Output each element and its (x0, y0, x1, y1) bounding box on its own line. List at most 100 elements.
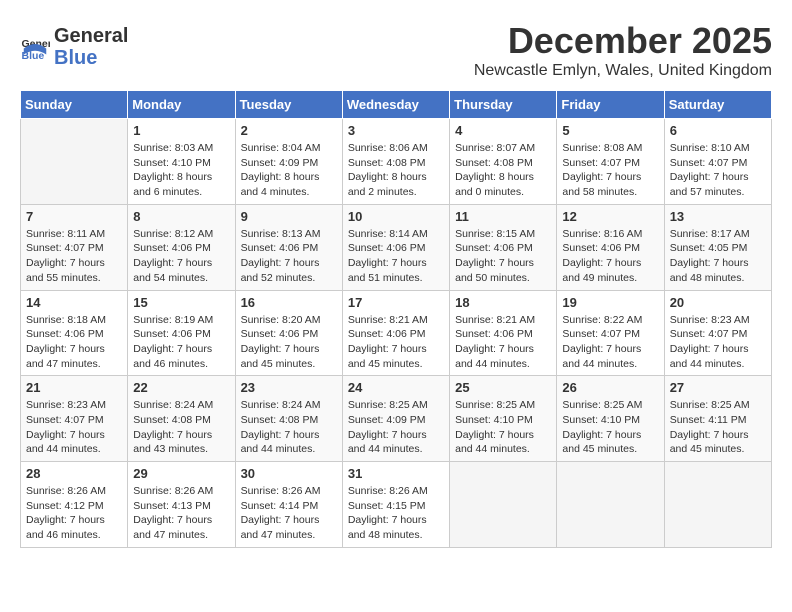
day-info: Sunrise: 8:16 AMSunset: 4:06 PMDaylight:… (562, 227, 658, 286)
day-number: 7 (26, 209, 122, 224)
day-info: Sunrise: 8:26 AMSunset: 4:15 PMDaylight:… (348, 484, 444, 543)
day-number: 5 (562, 123, 658, 138)
calendar-cell: 20 Sunrise: 8:23 AMSunset: 4:07 PMDayligh… (664, 290, 771, 376)
calendar-week-row: 14 Sunrise: 8:18 AMSunset: 4:06 PMDayligh… (21, 290, 772, 376)
day-info: Sunrise: 8:25 AMSunset: 4:11 PMDaylight:… (670, 398, 766, 457)
day-info: Sunrise: 8:14 AMSunset: 4:06 PMDaylight:… (348, 227, 444, 286)
calendar-cell (557, 462, 664, 548)
month-title: December 2025 (474, 20, 772, 62)
calendar-cell: 21Sunrise: 8:23 AMSunset: 4:07 PMDayligh… (21, 376, 128, 462)
calendar-table: SundayMondayTuesdayWednesdayThursdayFrid… (20, 90, 772, 548)
day-info: Sunrise: 8:20 AMSunset: 4:06 PMDaylight:… (241, 313, 337, 372)
calendar-cell: 14 Sunrise: 8:18 AMSunset: 4:06 PMDayligh… (21, 290, 128, 376)
calendar-cell: 2 Sunrise: 8:04 AMSunset: 4:09 PMDaylight… (235, 119, 342, 205)
day-number: 16 (241, 295, 337, 310)
weekday-header-cell: Sunday (21, 91, 128, 119)
calendar-cell: 1 Sunrise: 8:03 AMSunset: 4:10 PMDaylight… (128, 119, 235, 205)
calendar-cell: 4 Sunrise: 8:07 AMSunset: 4:08 PMDaylight… (450, 119, 557, 205)
weekday-header-cell: Thursday (450, 91, 557, 119)
calendar-cell: 15Sunrise: 8:19 AMSunset: 4:06 PMDayligh… (128, 290, 235, 376)
location-title: Newcastle Emlyn, Wales, United Kingdom (474, 62, 772, 80)
logo-icon: General Blue (20, 32, 50, 62)
calendar-cell: 7Sunrise: 8:11 AMSunset: 4:07 PMDaylight… (21, 204, 128, 290)
calendar-cell (21, 119, 128, 205)
calendar-week-row: 28 Sunrise: 8:26 AMSunset: 4:12 PMDayligh… (21, 462, 772, 548)
calendar-cell: 5 Sunrise: 8:08 AMSunset: 4:07 PMDaylight… (557, 119, 664, 205)
weekday-header-cell: Monday (128, 91, 235, 119)
calendar-cell: 31Sunrise: 8:26 AMSunset: 4:15 PMDayligh… (342, 462, 449, 548)
calendar-week-row: 7Sunrise: 8:11 AMSunset: 4:07 PMDaylight… (21, 204, 772, 290)
day-info: Sunrise: 8:23 AMSunset: 4:07 PMDaylight:… (670, 313, 766, 372)
day-number: 18 (455, 295, 551, 310)
day-info: Sunrise: 8:18 AMSunset: 4:06 PMDaylight:… (26, 313, 122, 372)
logo-text: General Blue (54, 25, 128, 69)
calendar-cell: 25Sunrise: 8:25 AMSunset: 4:10 PMDayligh… (450, 376, 557, 462)
day-number: 22 (133, 380, 229, 395)
day-info: Sunrise: 8:24 AMSunset: 4:08 PMDaylight:… (133, 398, 229, 457)
day-info: Sunrise: 8:10 AMSunset: 4:07 PMDaylight:… (670, 141, 766, 200)
logo: General Blue General Blue (20, 25, 128, 69)
calendar-cell: 12 Sunrise: 8:16 AMSunset: 4:06 PMDayligh… (557, 204, 664, 290)
day-info: Sunrise: 8:22 AMSunset: 4:07 PMDaylight:… (562, 313, 658, 372)
day-info: Sunrise: 8:25 AMSunset: 4:09 PMDaylight:… (348, 398, 444, 457)
day-number: 14 (26, 295, 122, 310)
day-number: 11 (455, 209, 551, 224)
page-header: General Blue General Blue December 2025 … (20, 20, 772, 80)
weekday-header-cell: Wednesday (342, 91, 449, 119)
day-info: Sunrise: 8:07 AMSunset: 4:08 PMDaylight:… (455, 141, 551, 200)
day-number: 20 (670, 295, 766, 310)
day-number: 28 (26, 466, 122, 481)
calendar-cell: 19 Sunrise: 8:22 AMSunset: 4:07 PMDayligh… (557, 290, 664, 376)
day-number: 9 (241, 209, 337, 224)
calendar-week-row: 1 Sunrise: 8:03 AMSunset: 4:10 PMDaylight… (21, 119, 772, 205)
day-number: 10 (348, 209, 444, 224)
calendar-cell: 29Sunrise: 8:26 AMSunset: 4:13 PMDayligh… (128, 462, 235, 548)
calendar-cell: 11 Sunrise: 8:15 AMSunset: 4:06 PMDayligh… (450, 204, 557, 290)
calendar-cell: 9Sunrise: 8:13 AMSunset: 4:06 PMDaylight… (235, 204, 342, 290)
day-info: Sunrise: 8:24 AMSunset: 4:08 PMDaylight:… (241, 398, 337, 457)
day-number: 1 (133, 123, 229, 138)
weekday-header-cell: Saturday (664, 91, 771, 119)
day-number: 17 (348, 295, 444, 310)
day-number: 26 (562, 380, 658, 395)
day-info: Sunrise: 8:06 AMSunset: 4:08 PMDaylight:… (348, 141, 444, 200)
day-info: Sunrise: 8:26 AMSunset: 4:12 PMDaylight:… (26, 484, 122, 543)
day-info: Sunrise: 8:12 AMSunset: 4:06 PMDaylight:… (133, 227, 229, 286)
day-info: Sunrise: 8:03 AMSunset: 4:10 PMDaylight:… (133, 141, 229, 200)
day-number: 25 (455, 380, 551, 395)
calendar-cell: 22 Sunrise: 8:24 AMSunset: 4:08 PMDayligh… (128, 376, 235, 462)
day-number: 21 (26, 380, 122, 395)
day-number: 12 (562, 209, 658, 224)
day-number: 2 (241, 123, 337, 138)
calendar-cell: 30Sunrise: 8:26 AMSunset: 4:14 PMDayligh… (235, 462, 342, 548)
calendar-cell: 3 Sunrise: 8:06 AMSunset: 4:08 PMDaylight… (342, 119, 449, 205)
svg-text:Blue: Blue (22, 50, 45, 62)
calendar-cell: 13 Sunrise: 8:17 AMSunset: 4:05 PMDayligh… (664, 204, 771, 290)
calendar-cell (664, 462, 771, 548)
calendar-cell: 17 Sunrise: 8:21 AMSunset: 4:06 PMDayligh… (342, 290, 449, 376)
day-info: Sunrise: 8:15 AMSunset: 4:06 PMDaylight:… (455, 227, 551, 286)
calendar-cell: 16 Sunrise: 8:20 AMSunset: 4:06 PMDayligh… (235, 290, 342, 376)
day-number: 19 (562, 295, 658, 310)
calendar-cell: 18Sunrise: 8:21 AMSunset: 4:06 PMDayligh… (450, 290, 557, 376)
calendar-cell: 24 Sunrise: 8:25 AMSunset: 4:09 PMDayligh… (342, 376, 449, 462)
calendar-cell: 10 Sunrise: 8:14 AMSunset: 4:06 PMDayligh… (342, 204, 449, 290)
calendar-week-row: 21Sunrise: 8:23 AMSunset: 4:07 PMDayligh… (21, 376, 772, 462)
weekday-header-cell: Tuesday (235, 91, 342, 119)
day-number: 24 (348, 380, 444, 395)
day-info: Sunrise: 8:04 AMSunset: 4:09 PMDaylight:… (241, 141, 337, 200)
day-number: 4 (455, 123, 551, 138)
day-info: Sunrise: 8:17 AMSunset: 4:05 PMDaylight:… (670, 227, 766, 286)
weekday-header-cell: Friday (557, 91, 664, 119)
day-info: Sunrise: 8:21 AMSunset: 4:06 PMDaylight:… (348, 313, 444, 372)
calendar-cell (450, 462, 557, 548)
day-info: Sunrise: 8:08 AMSunset: 4:07 PMDaylight:… (562, 141, 658, 200)
calendar-cell: 6 Sunrise: 8:10 AMSunset: 4:07 PMDaylight… (664, 119, 771, 205)
title-block: December 2025 Newcastle Emlyn, Wales, Un… (474, 20, 772, 80)
day-number: 3 (348, 123, 444, 138)
calendar-cell: 26Sunrise: 8:25 AMSunset: 4:10 PMDayligh… (557, 376, 664, 462)
calendar-body: 1 Sunrise: 8:03 AMSunset: 4:10 PMDaylight… (21, 119, 772, 548)
day-number: 6 (670, 123, 766, 138)
calendar-cell: 23Sunrise: 8:24 AMSunset: 4:08 PMDayligh… (235, 376, 342, 462)
day-number: 13 (670, 209, 766, 224)
